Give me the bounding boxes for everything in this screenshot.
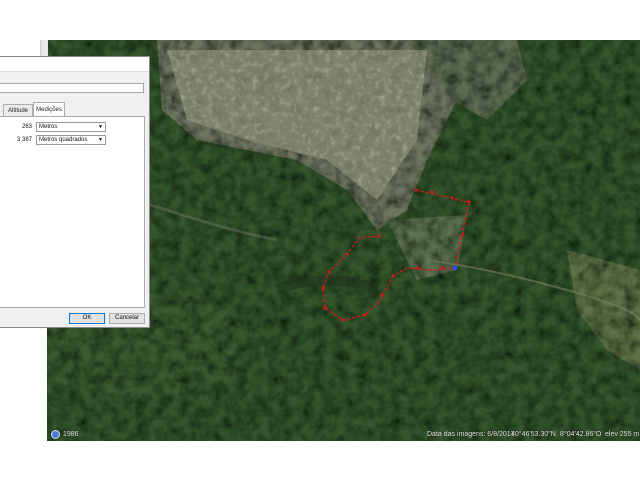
area-value: 3 387 xyxy=(16,137,32,143)
chevron-down-icon: ▼ xyxy=(98,124,103,130)
imagery-date: Data das imagens: 6/8/2017 xyxy=(427,431,515,438)
area-unit-label: Metros quadrados xyxy=(39,137,88,143)
properties-dialog: Altitude Medições 263 Metros ▼ 3 387 Met… xyxy=(0,56,150,328)
map-status-bar: 1986 Data das imagens: 6/8/2017 40°46'53… xyxy=(47,429,640,441)
latitude-readout: 40°46'53.30"N xyxy=(511,431,556,438)
measurements-panel: 263 Metros ▼ 3 387 Metros quadrados ▼ xyxy=(0,116,145,308)
google-icon xyxy=(51,430,60,439)
area-unit-select[interactable]: Metros quadrados ▼ xyxy=(36,135,106,145)
bottom-blank-area xyxy=(0,441,640,480)
chevron-down-icon: ▼ xyxy=(98,137,103,143)
tab-altitude[interactable]: Altitude xyxy=(3,104,33,116)
imagery-year: 1986 xyxy=(63,431,79,438)
selected-node[interactable] xyxy=(452,265,458,271)
longitude-readout: 8°04'42.86"O xyxy=(560,431,602,438)
tab-measurements[interactable]: Medições xyxy=(33,102,65,117)
dialog-header xyxy=(0,57,149,72)
length-value: 263 xyxy=(21,124,32,130)
top-blank-area xyxy=(0,0,640,40)
sidebar-scroll-handle[interactable] xyxy=(40,40,48,56)
description-field[interactable] xyxy=(0,83,144,93)
cancel-button[interactable]: Cancelar xyxy=(109,313,145,324)
length-unit-label: Metros xyxy=(39,124,58,130)
elevation-readout: elev 255 m xyxy=(605,431,640,438)
length-unit-select[interactable]: Metros ▼ xyxy=(36,122,106,132)
ok-button[interactable]: OK xyxy=(69,313,105,324)
